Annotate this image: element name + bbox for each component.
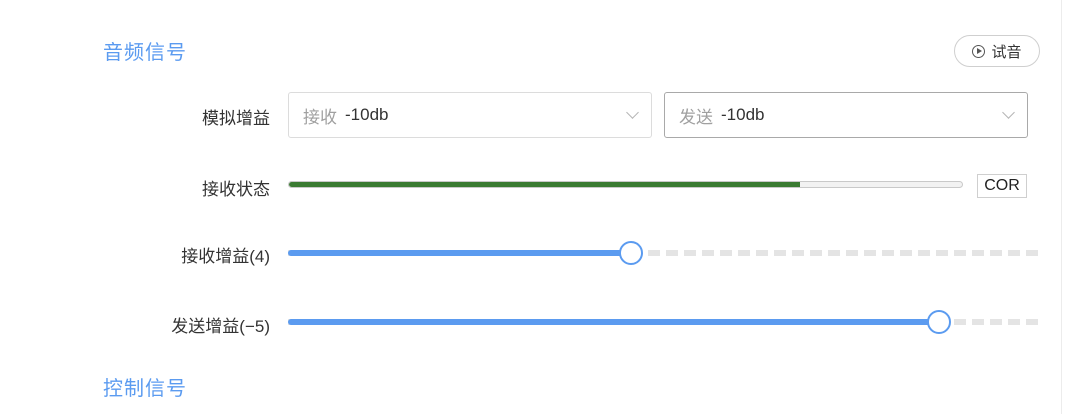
audition-button-label: 试音 [991, 43, 1022, 61]
send-gain-label: 发送增益(−5) [171, 317, 270, 336]
send-analog-gain-select[interactable]: 发送 -10db [664, 92, 1028, 138]
receive-gain-slider[interactable] [288, 241, 1041, 265]
chevron-down-icon [1002, 106, 1015, 119]
audio-section-title: 音频信号 [103, 42, 187, 64]
cor-badge: COR [977, 174, 1027, 198]
receive-analog-gain-select[interactable]: 接收 -10db [288, 92, 652, 138]
analog-gain-label: 模拟增益 [202, 109, 270, 128]
send-gain-slider[interactable] [288, 310, 1041, 334]
receive-gain-slider-thumb[interactable] [619, 241, 643, 265]
send-select-value: -10db [721, 105, 765, 124]
chevron-down-icon [626, 106, 639, 119]
right-divider [1061, 0, 1062, 414]
receive-status-meter-fill [289, 182, 801, 187]
send-select-prefix: 发送 [679, 107, 713, 127]
receive-gain-label: 接收增益(4) [181, 247, 270, 266]
receive-select-prefix: 接收 [303, 107, 337, 127]
receive-select-value: -10db [345, 105, 389, 124]
audition-button[interactable]: 试音 [954, 35, 1040, 67]
play-circle-icon [972, 44, 986, 58]
control-section-title: 控制信号 [103, 378, 187, 400]
slider-fill [288, 250, 631, 256]
send-gain-slider-thumb[interactable] [927, 310, 951, 334]
slider-fill [288, 319, 939, 325]
receive-status-label: 接收状态 [202, 180, 270, 199]
receive-status-meter [288, 181, 963, 188]
